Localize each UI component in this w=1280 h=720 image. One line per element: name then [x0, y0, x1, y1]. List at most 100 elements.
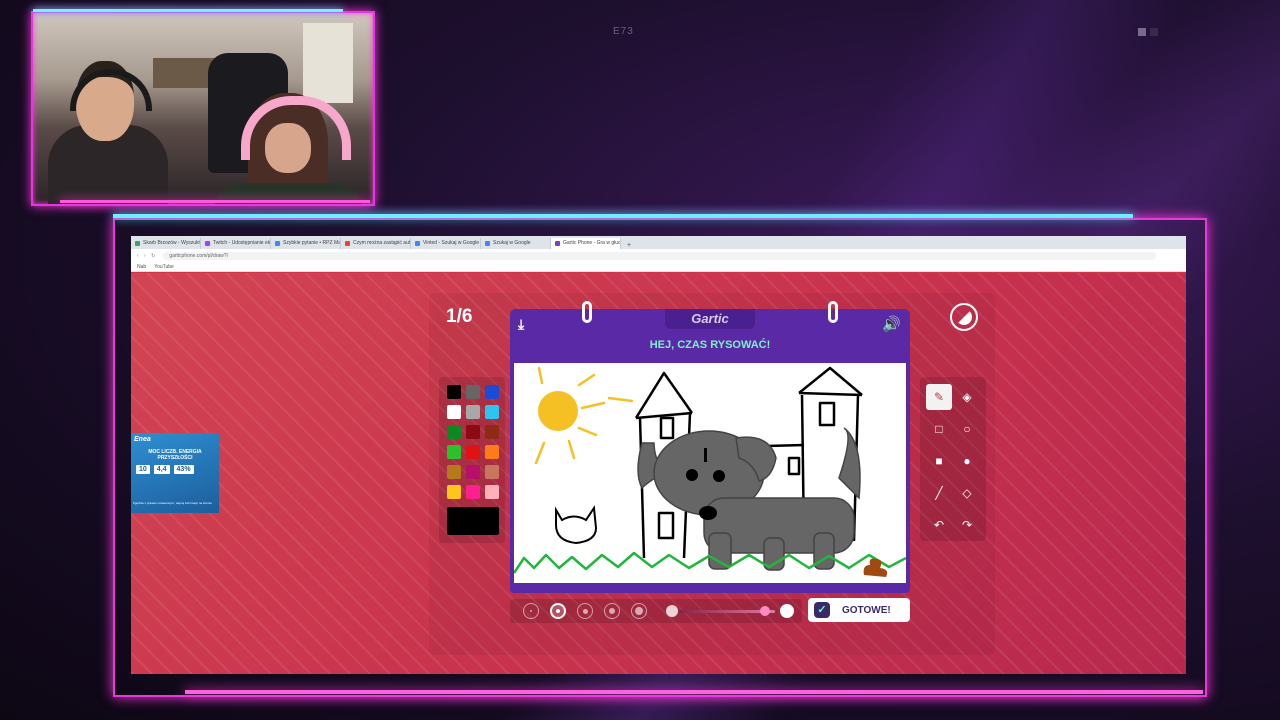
drawn-dog [637, 427, 861, 571]
checkmark-icon: ✓ [814, 602, 830, 618]
corner-squares [1138, 28, 1158, 36]
color-swatch[interactable] [447, 405, 461, 419]
tab-favicon-icon [555, 241, 560, 246]
browser-tab[interactable]: Skarb Brzozów - Wyszukiwarka [131, 238, 201, 249]
color-swatch[interactable] [466, 465, 480, 479]
color-swatch[interactable] [485, 445, 499, 459]
browser-tab[interactable]: Vinted - Szukaj w Google [411, 238, 481, 249]
fill-bucket-icon[interactable]: ◇ [954, 480, 980, 506]
gartic-page: Enea MOC LICZB. ENERGIA PRZYSZŁOŚCI 10 4… [131, 273, 1186, 674]
download-icon[interactable]: ⤓ [518, 316, 524, 333]
nav-arrows-icon[interactable]: ‹ › ↻ [131, 253, 163, 259]
color-swatch[interactable] [447, 465, 461, 479]
opacity-slider-thumb[interactable] [760, 606, 771, 616]
browser-tab[interactable]: Gartic Phone - Gra w głuchy tel [551, 238, 621, 249]
brush-size-option[interactable] [604, 603, 620, 619]
tab-strip: Skarb Brzozów - Wyszukiwarka Twitch - Udo… [131, 236, 1186, 249]
color-swatch[interactable] [485, 465, 499, 479]
binder-ring-icon [582, 301, 592, 323]
browser-tab[interactable]: Czym można zastąpić auto [341, 238, 411, 249]
volume-icon[interactable]: 🔊 [882, 315, 901, 333]
drawn-poop [863, 558, 888, 577]
opacity-min-icon [666, 605, 678, 617]
card-header: ⤓ Gartic 🔊 HEJ, CZAS RYSOWAĆ! [510, 309, 910, 359]
color-swatch[interactable] [447, 385, 461, 399]
color-swatch[interactable] [466, 405, 480, 419]
redo-icon[interactable]: ↷ [954, 512, 980, 538]
color-swatch[interactable] [485, 405, 499, 419]
ad-stat: 4,4 [153, 465, 170, 474]
canvas-frame [510, 359, 910, 593]
color-swatch[interactable] [485, 385, 499, 399]
current-color-swatch [447, 507, 499, 535]
bookmark-item[interactable]: YouTube [154, 264, 174, 270]
tab-favicon-icon [275, 241, 280, 246]
browser-tab[interactable]: Twitch - Udostępnianie ekranu [201, 238, 271, 249]
circle-outline-icon[interactable]: ○ [954, 416, 980, 442]
tab-favicon-icon [485, 241, 490, 246]
eraser-tool-icon[interactable]: ◈ [954, 384, 980, 410]
tab-favicon-icon [345, 241, 350, 246]
tab-label: Gartic Phone - Gra w głuchy tel [563, 240, 621, 246]
brush-controls [510, 599, 802, 623]
webcam-glow-bottom [60, 200, 370, 203]
screen-glow-top [113, 214, 1133, 218]
drawing-canvas[interactable] [514, 363, 906, 583]
tab-favicon-icon [135, 241, 140, 246]
color-swatch[interactable] [466, 425, 480, 439]
tab-favicon-icon [415, 241, 420, 246]
color-swatch[interactable] [466, 485, 480, 499]
color-swatch[interactable] [466, 445, 480, 459]
ad-footnote: Zgodnie z prawem ustawowym, więcej infor… [133, 501, 212, 505]
rectangle-fill-icon[interactable]: ■ [926, 448, 952, 474]
color-swatch[interactable] [466, 385, 480, 399]
color-swatch[interactable] [485, 425, 499, 439]
tab-label: Skarb Brzozów - Wyszukiwarka [143, 240, 200, 246]
done-label: GOTOWE! [842, 604, 891, 616]
webcam-person-right [213, 88, 363, 204]
circle-fill-icon[interactable]: ● [954, 448, 980, 474]
url-bar[interactable]: garticphone.com/pl/draw?l [163, 251, 1156, 260]
binder-ring-icon [828, 301, 838, 323]
instruction-text: HEJ, CZAS RYSOWAĆ! [649, 339, 771, 351]
ad-banner[interactable]: Enea MOC LICZB. ENERGIA PRZYSZŁOŚCI 10 4… [131, 433, 219, 513]
address-row: ‹ › ↻ garticphone.com/pl/draw?l [131, 249, 1186, 262]
ad-headline: MOC LICZB. ENERGIA PRZYSZŁOŚCI [148, 449, 202, 461]
browser-tab[interactable]: Szybkie pytanie • RPZ Maps [271, 238, 341, 249]
pencil-tool-icon[interactable]: ✎ [926, 384, 952, 410]
tab-favicon-icon [205, 241, 210, 246]
color-swatch[interactable] [447, 425, 461, 439]
drawn-cat [555, 505, 598, 545]
rectangle-outline-icon[interactable]: □ [926, 416, 952, 442]
line-tool-icon[interactable]: ╱ [926, 480, 952, 506]
timer-icon [950, 303, 978, 331]
ad-stat: 10 [136, 465, 150, 474]
color-swatch[interactable] [485, 485, 499, 499]
color-swatch[interactable] [447, 445, 461, 459]
brush-size-option[interactable] [577, 603, 593, 619]
new-tab-button[interactable]: + [621, 242, 637, 249]
ad-stat: 43% [173, 465, 194, 474]
webcam-feed [31, 11, 375, 206]
tab-label: Vinted - Szukaj w Google [423, 240, 480, 246]
game-panel: 1/6 ⤓ Gartic 🔊 HEJ, CZAS RYSOWAĆ! ✎ ◈ □ … [429, 293, 995, 655]
brush-size-option[interactable] [631, 603, 647, 619]
done-button[interactable]: ✓ GOTOWE! [808, 598, 910, 622]
drawing-svg [514, 366, 906, 577]
round-counter: 1/6 [446, 306, 473, 327]
brush-size-option[interactable] [523, 603, 539, 619]
bookmark-item[interactable]: Nab [137, 264, 146, 270]
undo-icon[interactable]: ↶ [926, 512, 952, 538]
color-swatch[interactable] [447, 485, 461, 499]
brush-size-option[interactable] [550, 603, 566, 619]
browser-tab[interactable]: Szukaj w Google [481, 238, 551, 249]
tab-label: Twitch - Udostępnianie ekranu [213, 240, 271, 246]
ad-stats: 10 4,4 43% [136, 465, 194, 474]
drawing-card: ⤓ Gartic 🔊 HEJ, CZAS RYSOWAĆ! [510, 301, 910, 593]
tab-label: Szybkie pytanie • RPZ Maps [283, 240, 341, 246]
webcam-person-left [48, 53, 168, 204]
tab-label: Czym można zastąpić auto [353, 240, 411, 246]
opacity-max-icon [780, 604, 794, 618]
drawn-sun [538, 391, 578, 431]
browser-window: Skarb Brzozów - Wyszukiwarka Twitch - Udo… [131, 236, 1186, 674]
